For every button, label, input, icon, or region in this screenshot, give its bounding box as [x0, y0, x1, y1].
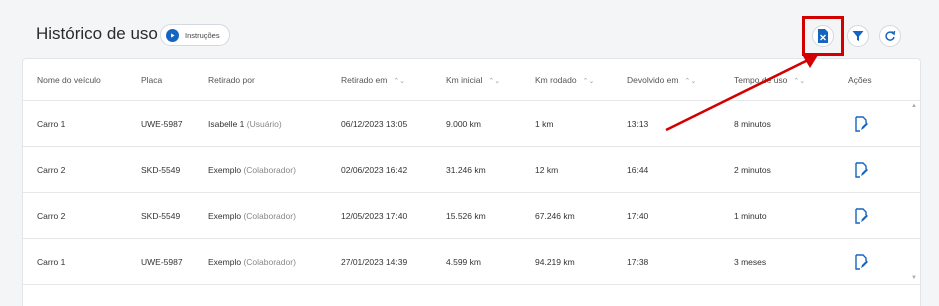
cell-taken-by: Exemplo (Colaborador) [208, 165, 296, 175]
cell-vehicle: Carro 1 [37, 119, 66, 129]
sort-icon[interactable]: ⌃⌄ [793, 78, 805, 85]
edit-document-icon[interactable] [854, 162, 868, 178]
cell-vehicle: Carro 2 [37, 211, 66, 221]
cell-duration: 1 minuto [734, 211, 767, 221]
edit-document-icon[interactable] [854, 208, 868, 224]
table-row[interactable]: Carro 1 UWE-5987 Isabelle 1 (Usuário) 06… [23, 101, 920, 147]
cell-km-driven: 1 km [535, 119, 554, 129]
cell-duration: 2 minutos [734, 165, 771, 175]
column-header-vehicle: Nome do veículo [37, 75, 101, 85]
column-header-actions: Ações [848, 75, 872, 85]
cell-km-driven: 67.246 km [535, 211, 575, 221]
cell-km-start: 4.599 km [446, 257, 481, 267]
column-header-taken-at[interactable]: Retirado em ⌃⌄ [341, 59, 405, 101]
cell-duration: 3 meses [734, 257, 767, 267]
table-row[interactable]: Carro 2 SKD-5549 Exemplo (Colaborador) 0… [23, 147, 920, 193]
refresh-button[interactable] [879, 25, 901, 47]
page-title: Histórico de uso [36, 24, 158, 43]
filter-icon [852, 31, 864, 41]
cell-km-start: 15.526 km [446, 211, 486, 221]
cell-taken-by: Exemplo (Colaborador) [208, 257, 296, 267]
cell-plate: UWE-5987 [141, 119, 183, 129]
cell-plate: SKD-5549 [141, 165, 181, 175]
cell-taken-by: Isabelle 1 (Usuário) [208, 119, 282, 129]
cell-returned-at: 17:38 [627, 257, 649, 267]
column-header-duration[interactable]: Tempo de uso ⌃⌄ [734, 59, 805, 101]
column-header-km-driven[interactable]: Km rodado ⌃⌄ [535, 59, 594, 101]
edit-document-icon[interactable] [854, 254, 868, 270]
table-row[interactable]: Carro 1 UWE-5987 Exemplo (Colaborador) 2… [23, 239, 920, 285]
cell-km-start: 31.246 km [446, 165, 486, 175]
column-header-taken-by: Retirado por [208, 75, 255, 85]
usage-history-table: Nome do veículo Placa Retirado por Retir… [22, 58, 921, 306]
cell-taken-at: 12/05/2023 17:40 [341, 211, 408, 221]
instructions-label: Instruções [185, 30, 220, 40]
column-header-plate: Placa [141, 75, 163, 85]
cell-plate: UWE-5987 [141, 257, 183, 267]
cell-vehicle: Carro 1 [37, 257, 66, 267]
table-row[interactable]: Carro 2 SKD-5549 Exemplo (Colaborador) 1… [23, 193, 920, 239]
sort-icon[interactable]: ⌃⌄ [685, 78, 697, 85]
cell-duration: 8 minutos [734, 119, 771, 129]
cell-returned-at: 13:13 [627, 119, 649, 129]
sort-icon[interactable]: ⌃⌄ [393, 78, 405, 85]
cell-plate: SKD-5549 [141, 211, 181, 221]
scroll-up-icon[interactable]: ▲ [911, 103, 917, 109]
cell-taken-at: 27/01/2023 14:39 [341, 257, 408, 267]
cell-km-driven: 12 km [535, 165, 559, 175]
cell-taken-by: Exemplo (Colaborador) [208, 211, 296, 221]
cell-taken-at: 02/06/2023 16:42 [341, 165, 408, 175]
refresh-icon [885, 30, 896, 41]
column-header-returned-at[interactable]: Devolvido em ⌃⌄ [627, 59, 696, 101]
cell-km-driven: 94.219 km [535, 257, 575, 267]
filter-button[interactable] [847, 25, 869, 47]
cell-km-start: 9.000 km [446, 119, 481, 129]
table-header: Nome do veículo Placa Retirado por Retir… [23, 59, 920, 101]
column-header-km-start[interactable]: Km inicial ⌃⌄ [446, 59, 500, 101]
instructions-button[interactable]: Instruções [160, 24, 230, 46]
play-icon [166, 28, 179, 42]
scroll-down-icon[interactable]: ▼ [911, 275, 917, 281]
cell-taken-at: 06/12/2023 13:05 [341, 119, 408, 129]
cell-returned-at: 16:44 [627, 165, 649, 175]
cell-vehicle: Carro 2 [37, 165, 66, 175]
highlight-annotation-box [802, 16, 844, 56]
sort-icon[interactable]: ⌃⌄ [488, 78, 500, 85]
edit-document-icon[interactable] [854, 116, 868, 132]
sort-icon[interactable]: ⌃⌄ [583, 78, 595, 85]
cell-returned-at: 17:40 [627, 211, 649, 221]
